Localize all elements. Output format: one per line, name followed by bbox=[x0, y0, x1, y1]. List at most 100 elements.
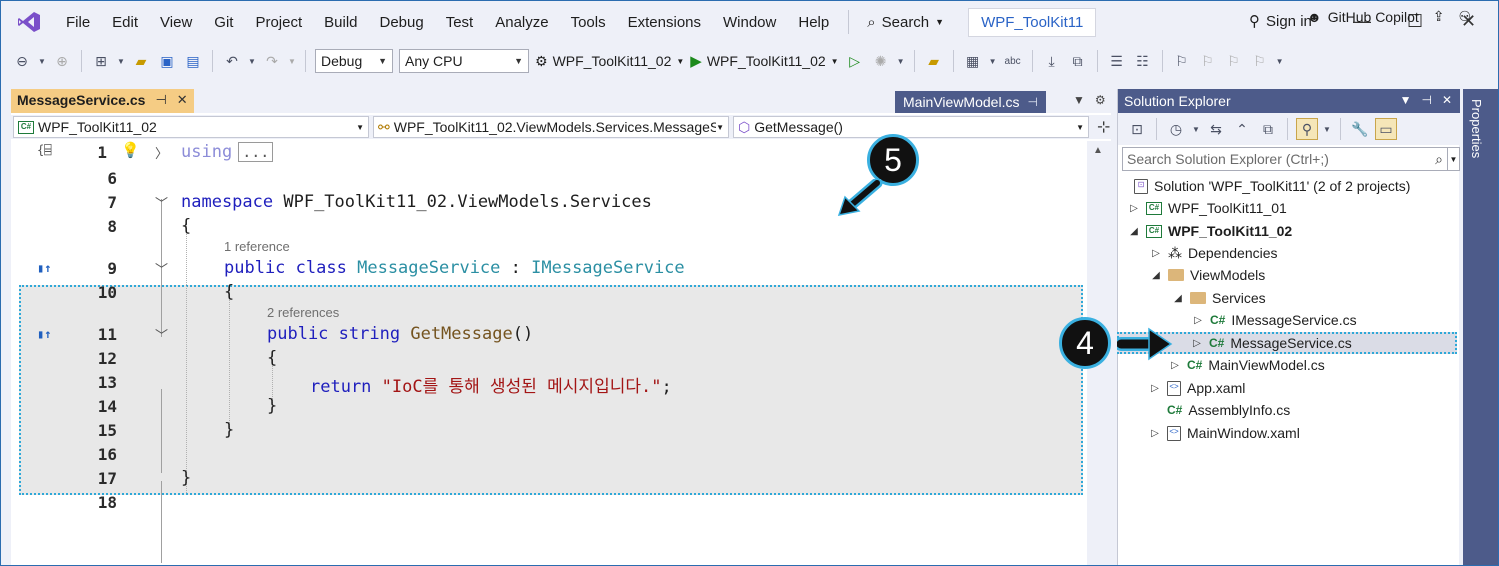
breakpoint-icon[interactable]: ⤓ bbox=[1041, 50, 1063, 72]
platform-select[interactable]: Any CPU ▼ bbox=[399, 49, 529, 73]
menu-analyze[interactable]: Analyze bbox=[484, 14, 559, 31]
expand-icon[interactable]: ▷ bbox=[1191, 338, 1203, 349]
implementation-icon[interactable]: ▮↑ bbox=[37, 261, 51, 275]
close-icon[interactable]: ✕ bbox=[1442, 93, 1452, 107]
browse-folder-icon[interactable]: ▰ bbox=[923, 50, 945, 72]
codelens-references[interactable]: 1 reference bbox=[224, 239, 290, 254]
tree-viewmodels-folder[interactable]: ◢ ViewModels bbox=[1150, 264, 1265, 286]
navigate-back-icon[interactable]: ⊖ bbox=[11, 50, 33, 72]
previous-bookmark-icon[interactable]: ⚐ bbox=[1197, 50, 1219, 72]
chevron-down-icon[interactable]: ▼ bbox=[116, 50, 126, 72]
properties-side-tab[interactable]: Properties bbox=[1463, 89, 1498, 565]
collapse-icon[interactable]: ﹀ bbox=[155, 325, 168, 344]
save-all-icon[interactable]: ▤ bbox=[182, 50, 204, 72]
pin-icon[interactable]: ⊣ bbox=[1027, 95, 1037, 109]
tree-messageservice[interactable]: ▷ C# MessageService.cs bbox=[1191, 332, 1352, 354]
configuration-select[interactable]: Debug ▼ bbox=[315, 49, 393, 73]
switch-views-icon[interactable]: ⊡ bbox=[1126, 118, 1148, 140]
member-nav-select[interactable]: ⬡ GetMessage() ▼ bbox=[733, 116, 1089, 138]
pin-icon[interactable]: ⊣ bbox=[1421, 93, 1431, 107]
tree-assemblyinfo[interactable]: C# AssemblyInfo.cs bbox=[1167, 399, 1290, 421]
startup-project-select[interactable]: ⚙ WPF_ToolKit11_02 ▼ bbox=[535, 53, 684, 70]
collapse-all-icon[interactable]: ⌃ bbox=[1231, 118, 1253, 140]
copy-icon[interactable]: ⧉ bbox=[1067, 50, 1089, 72]
gear-icon[interactable]: ⚙ bbox=[1095, 93, 1106, 107]
expand-icon[interactable]: ▷ bbox=[1128, 203, 1140, 214]
split-window-icon[interactable]: ⊹ bbox=[1097, 117, 1110, 137]
tab-messageservice[interactable]: MessageService.cs ⊣ ✕ bbox=[11, 89, 194, 113]
collapse-icon[interactable]: ﹀ bbox=[155, 259, 168, 278]
pending-changes-icon[interactable]: ◷ bbox=[1165, 118, 1187, 140]
new-project-icon[interactable]: ⊞ bbox=[90, 50, 112, 72]
chevron-down-icon[interactable]: ▼ bbox=[1275, 50, 1285, 72]
chevron-down-icon[interactable]: ▼ bbox=[1322, 118, 1332, 140]
collapsed-region[interactable]: ... bbox=[238, 142, 274, 162]
start-debugging-button[interactable]: ▶ WPF_ToolKit11_02 ▼ bbox=[690, 52, 838, 70]
expand-icon[interactable]: ▷ bbox=[1149, 383, 1161, 394]
solution-search-input[interactable]: Search Solution Explorer (Ctrl+;) ⌕ bbox=[1122, 147, 1448, 171]
tree-project-01[interactable]: ▷ C# WPF_ToolKit11_01 bbox=[1128, 197, 1287, 219]
bookmark-icon[interactable]: ⚐ bbox=[1171, 50, 1193, 72]
tree-solution[interactable]: ⊡ Solution 'WPF_ToolKit11' (2 of 2 proje… bbox=[1134, 175, 1410, 197]
feedback-icon[interactable]: ⚇ bbox=[1459, 8, 1472, 25]
menu-help[interactable]: Help bbox=[787, 14, 840, 31]
tree-imessageservice[interactable]: ▷ C# IMessageService.cs bbox=[1192, 309, 1356, 331]
implementation-icon[interactable]: ▮↑ bbox=[37, 327, 51, 341]
sync-icon[interactable]: ⇆ bbox=[1205, 118, 1227, 140]
expand-icon[interactable]: ▷ bbox=[1149, 428, 1161, 439]
lightbulb-icon[interactable]: 💡 bbox=[121, 141, 140, 159]
filter-icon[interactable]: ⚲ bbox=[1296, 118, 1318, 140]
type-nav-select[interactable]: ⚯ WPF_ToolKit11_02.ViewModels.Services.Me… bbox=[373, 116, 729, 138]
menu-edit[interactable]: Edit bbox=[101, 14, 149, 31]
tree-mainviewmodel[interactable]: ▷ C# MainViewModel.cs bbox=[1169, 354, 1325, 376]
menu-git[interactable]: Git bbox=[203, 14, 244, 31]
collapse-icon[interactable]: ﹀ bbox=[155, 193, 168, 212]
menu-tools[interactable]: Tools bbox=[560, 14, 617, 31]
menu-build[interactable]: Build bbox=[313, 14, 368, 31]
tree-mainwindow-xaml[interactable]: ▷ <> MainWindow.xaml bbox=[1149, 422, 1300, 444]
menu-window[interactable]: Window bbox=[712, 14, 787, 31]
menu-project[interactable]: Project bbox=[244, 14, 313, 31]
pin-icon[interactable]: ⊣ bbox=[155, 92, 166, 108]
github-copilot-button[interactable]: ☻ GitHub Copilot ⇪ ⚇ bbox=[1307, 8, 1471, 25]
next-bookmark-icon[interactable]: ⚐ bbox=[1223, 50, 1245, 72]
codelens-references[interactable]: 2 references bbox=[267, 305, 339, 320]
undo-icon[interactable]: ↶ bbox=[221, 50, 243, 72]
close-tab-icon[interactable]: ✕ bbox=[177, 92, 188, 108]
clear-bookmarks-icon[interactable]: ⚐ bbox=[1249, 50, 1271, 72]
save-icon[interactable]: ▣ bbox=[156, 50, 178, 72]
scroll-up-icon[interactable]: ▲ bbox=[1093, 145, 1103, 156]
tree-project-02[interactable]: ◢ C# WPF_ToolKit11_02 bbox=[1128, 220, 1292, 242]
chevron-down-icon[interactable]: ▼ bbox=[247, 50, 257, 72]
menu-test[interactable]: Test bbox=[435, 14, 485, 31]
tab-list-dropdown-icon[interactable]: ▼ bbox=[1073, 93, 1085, 107]
menu-view[interactable]: View bbox=[149, 14, 203, 31]
hot-reload-icon[interactable]: ✺ bbox=[870, 50, 892, 72]
tab-mainviewmodel[interactable]: MainViewModel.cs ⊣ bbox=[895, 91, 1046, 113]
collapse-icon[interactable]: ◢ bbox=[1128, 226, 1140, 237]
layout-icon[interactable]: ▦ bbox=[962, 50, 984, 72]
show-all-files-icon[interactable]: ⧉ bbox=[1257, 118, 1279, 140]
chevron-down-icon[interactable]: ▼ bbox=[988, 50, 998, 72]
sign-in-button[interactable]: ⚲ Sign in bbox=[1249, 12, 1312, 31]
redo-icon[interactable]: ↷ bbox=[261, 50, 283, 72]
uncomment-lines-icon[interactable]: ☷ bbox=[1132, 50, 1154, 72]
menu-debug[interactable]: Debug bbox=[369, 14, 435, 31]
visual-studio-logo-icon[interactable] bbox=[17, 11, 41, 33]
chevron-down-icon[interactable]: ▼ bbox=[1191, 118, 1201, 140]
tree-dependencies[interactable]: ▷ ⁂ Dependencies bbox=[1150, 242, 1277, 264]
chevron-down-icon[interactable]: ▼ bbox=[37, 50, 47, 72]
menu-file[interactable]: File bbox=[55, 14, 101, 31]
project-nav-select[interactable]: C# WPF_ToolKit11_02 ▼ bbox=[13, 116, 369, 138]
properties-wrench-icon[interactable]: 🔧 bbox=[1349, 118, 1371, 140]
comment-lines-icon[interactable]: ☰ bbox=[1106, 50, 1128, 72]
spellcheck-icon[interactable]: abc bbox=[1002, 50, 1024, 72]
start-without-debugging-icon[interactable]: ▷ bbox=[844, 50, 866, 72]
search-options-dropdown[interactable]: ▼ bbox=[1448, 147, 1460, 171]
navigate-forward-icon[interactable]: ⊕ bbox=[51, 50, 73, 72]
chevron-down-icon[interactable]: ▼ bbox=[896, 50, 906, 72]
panel-menu-icon[interactable]: ▼ bbox=[1400, 93, 1412, 107]
expand-icon[interactable]: 〉 bbox=[155, 143, 168, 162]
code-editor[interactable]: {⌸ 1 💡 〉 using... 6 7 ﹀ namespace WPF_To… bbox=[11, 141, 1087, 565]
expand-icon[interactable]: ▷ bbox=[1192, 315, 1204, 326]
